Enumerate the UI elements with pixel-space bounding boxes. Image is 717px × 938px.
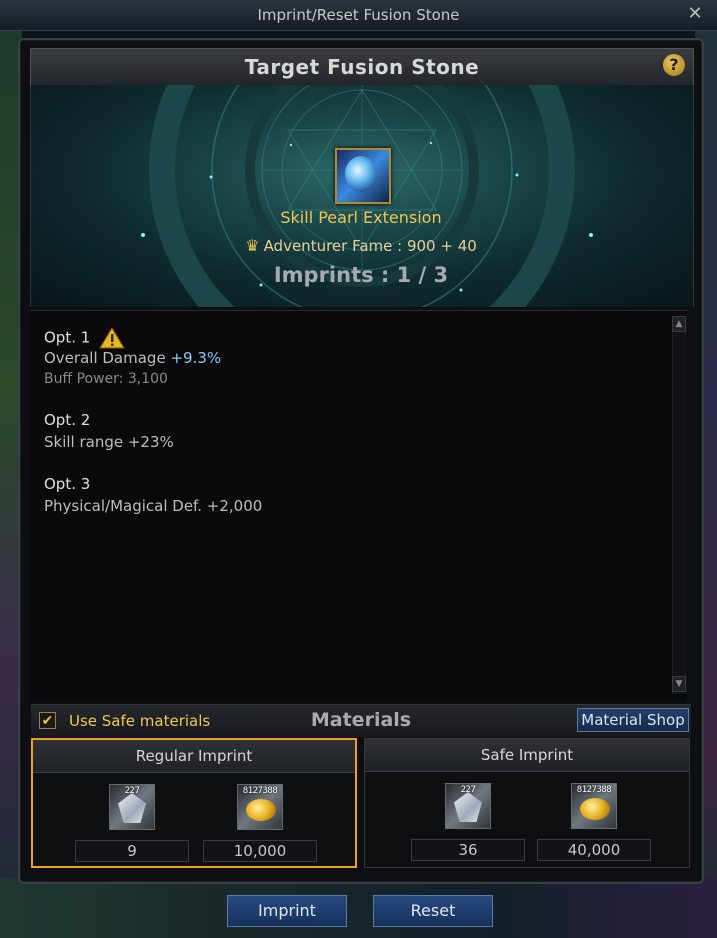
scroll-down-icon[interactable]: ▼: [672, 676, 686, 692]
fame-emblem-icon: ♛: [245, 236, 260, 255]
option-3-line: Physical/Magical Def. +2,000: [44, 497, 263, 515]
options-scrollbar[interactable]: [672, 316, 687, 694]
option-2-title: Opt. 2: [44, 411, 91, 429]
use-safe-materials-checkbox[interactable]: ✔: [39, 712, 56, 729]
help-icon[interactable]: ?: [663, 54, 685, 76]
option-1-sub: Buff Power: 3,100: [44, 371, 168, 387]
window-titlebar: Imprint/Reset Fusion Stone ✕: [0, 0, 717, 31]
gold-material-icon[interactable]: 8127388: [237, 784, 283, 830]
gold-material-icon[interactable]: 8127388: [571, 783, 617, 829]
option-3: Opt. 3 Physical/Magical Def. +2,000: [44, 475, 262, 519]
material-shop-button[interactable]: Material Shop: [577, 708, 689, 732]
gold-shape: [580, 798, 610, 820]
use-safe-materials-label[interactable]: Use Safe materials: [69, 712, 210, 730]
fame-row: ♛ Adventurer Fame : 900 + 40: [200, 236, 522, 255]
imprint-button[interactable]: Imprint: [227, 895, 347, 927]
materials-title: Materials: [310, 709, 412, 731]
reset-button[interactable]: Reset: [373, 895, 493, 927]
option-1-title: Opt. 1: [44, 327, 221, 349]
crystal-badge: 227: [124, 786, 140, 796]
crystal-material-icon[interactable]: 227: [445, 783, 491, 829]
option-2-line: Skill range +23%: [44, 433, 174, 451]
option-3-title: Opt. 3: [44, 475, 91, 493]
option-1: Opt. 1 Overall Damage +9.3% Buff Power: …: [44, 327, 221, 387]
target-header: Target Fusion Stone ?: [30, 48, 694, 86]
materials-bar: ✔ Use Safe materials Materials Material …: [31, 704, 691, 737]
background-bottom: [0, 878, 717, 938]
target-title: Target Fusion Stone: [244, 55, 480, 79]
gold-badge: 8127388: [242, 786, 278, 796]
safe-imprint-title: Safe Imprint: [365, 739, 689, 772]
safe-qty-gold: 40,000: [537, 839, 651, 861]
crystal-shape: [118, 793, 146, 823]
safe-qty-crystal: 36: [411, 839, 525, 861]
pearl-icon: [345, 156, 377, 192]
fusion-stone-icon[interactable]: [335, 148, 391, 204]
close-icon[interactable]: ✕: [685, 4, 705, 24]
fame-label: Adventurer Fame : 900 + 40: [263, 237, 477, 255]
stone-name: Skill Pearl Extension: [280, 208, 442, 227]
warning-triangle-icon: [99, 327, 125, 349]
crystal-shape: [454, 792, 482, 822]
options-list: Opt. 1 Overall Damage +9.3% Buff Power: …: [31, 310, 687, 703]
safe-imprint-card[interactable]: Safe Imprint 227 8127388 36 40,000: [364, 738, 690, 868]
option-1-line: Overall Damage +9.3%: [44, 349, 222, 367]
regular-imprint-title: Regular Imprint: [33, 740, 355, 773]
regular-qty-gold: 10,000: [203, 840, 317, 862]
regular-imprint-card[interactable]: Regular Imprint 227 8127388 9 10,000: [31, 738, 357, 868]
crystal-badge: 227: [460, 785, 476, 795]
imprints-count: Imprints : 1 / 3: [273, 263, 449, 287]
option-1-value: +9.3%: [170, 349, 222, 367]
crystal-material-icon[interactable]: 227: [109, 784, 155, 830]
regular-qty-crystal: 9: [75, 840, 189, 862]
scroll-up-icon[interactable]: ▲: [672, 316, 686, 332]
gold-shape: [246, 799, 276, 821]
window-title: Imprint/Reset Fusion Stone: [257, 6, 460, 24]
option-2: Opt. 2 Skill range +23%: [44, 411, 174, 455]
gold-badge: 8127388: [576, 785, 612, 795]
